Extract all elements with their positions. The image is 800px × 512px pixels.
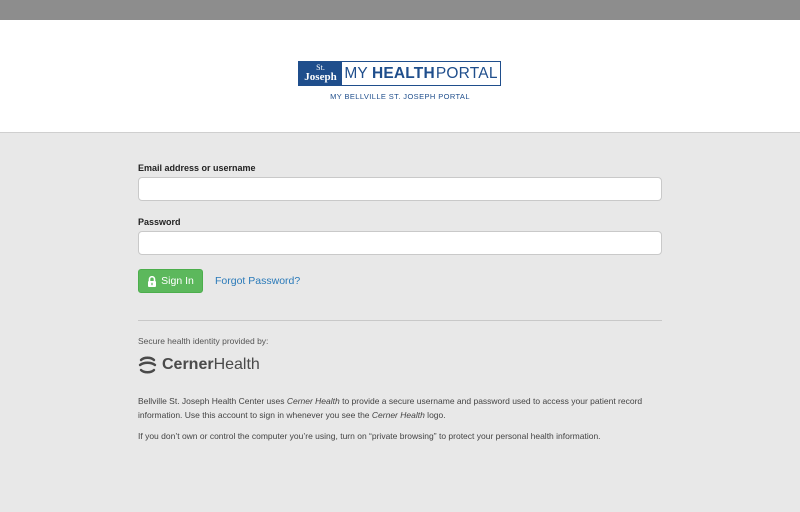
- password-input[interactable]: [138, 231, 662, 255]
- top-bar: [0, 0, 800, 20]
- header: St. Joseph MY HEALTH PORTAL MY BELLVILLE…: [0, 20, 800, 133]
- portal-subtitle: MY BELLVILLE ST. JOSEPH PORTAL: [330, 92, 470, 101]
- password-label: Password: [138, 217, 181, 227]
- sign-in-button[interactable]: Sign In: [138, 269, 203, 293]
- logo-word-health: HEALTH: [371, 64, 435, 82]
- para1-part-a: Bellville St. Joseph Health Center uses: [138, 396, 287, 406]
- cerner-logo-icon: [138, 356, 157, 374]
- lock-icon: [148, 275, 157, 287]
- sign-in-label: Sign In: [161, 275, 194, 287]
- forgot-password-link[interactable]: Forgot Password?: [215, 275, 300, 287]
- cerner-word: Cerner: [162, 356, 214, 373]
- private-browsing-paragraph: If you don’t own or control the computer…: [138, 431, 601, 441]
- health-word: Health: [213, 356, 260, 373]
- st-joseph-logo-mark: St. Joseph: [299, 62, 342, 85]
- logo-mark-bottom: Joseph: [304, 71, 337, 83]
- logo-word-my: MY: [344, 64, 368, 82]
- username-label: Email address or username: [138, 163, 256, 173]
- portal-logo: St. Joseph MY HEALTH PORTAL: [298, 61, 501, 86]
- logo-wordmark: MY HEALTH PORTAL: [342, 62, 500, 85]
- para1-cerner-em-1: Cerner Health: [286, 396, 340, 406]
- logo-word-portal: PORTAL: [435, 64, 498, 82]
- username-input[interactable]: [138, 177, 662, 201]
- para1-part-e: logo.: [424, 410, 446, 420]
- identity-provider-caption: Secure health identity provided by:: [138, 336, 269, 346]
- cerner-info-paragraph: Bellville St. Joseph Health Center uses …: [138, 394, 662, 422]
- cerner-health-logo: Cerner Health: [138, 356, 260, 374]
- divider: [138, 320, 662, 321]
- para1-cerner-em-2: Cerner Health: [371, 410, 425, 420]
